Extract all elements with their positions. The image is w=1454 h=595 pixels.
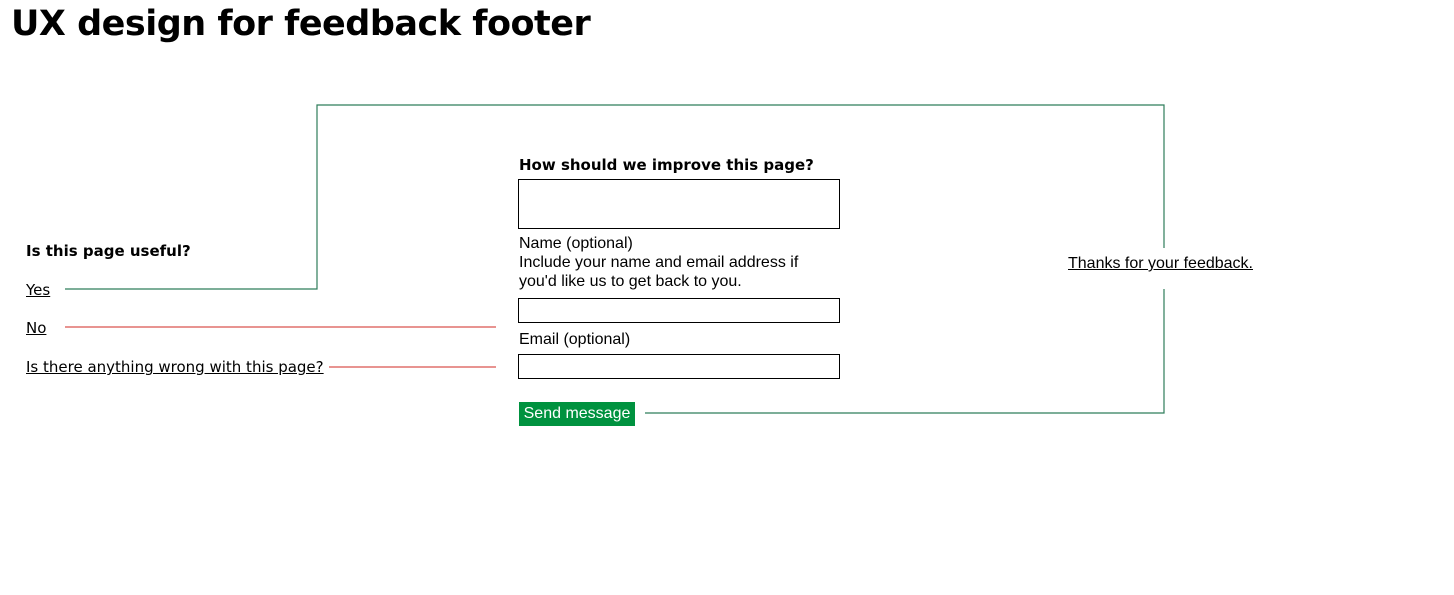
report-problem-link[interactable]: Is there anything wrong with this page? [26,357,324,377]
form-heading: How should we improve this page? [519,156,814,174]
name-label: Name (optional) [519,235,633,252]
send-message-button[interactable]: Send message [519,402,635,426]
email-label: Email (optional) [519,331,631,348]
name-hint: Include your name and email address if y… [519,254,799,290]
improve-textarea[interactable] [518,179,840,229]
yes-link[interactable]: Yes [26,280,50,300]
usefulness-question: Is this page useful? [26,242,191,260]
thanks-message: Thanks for your feedback. [1068,254,1253,273]
email-field[interactable] [518,354,840,379]
no-link[interactable]: No [26,318,46,338]
name-field[interactable] [518,298,840,323]
